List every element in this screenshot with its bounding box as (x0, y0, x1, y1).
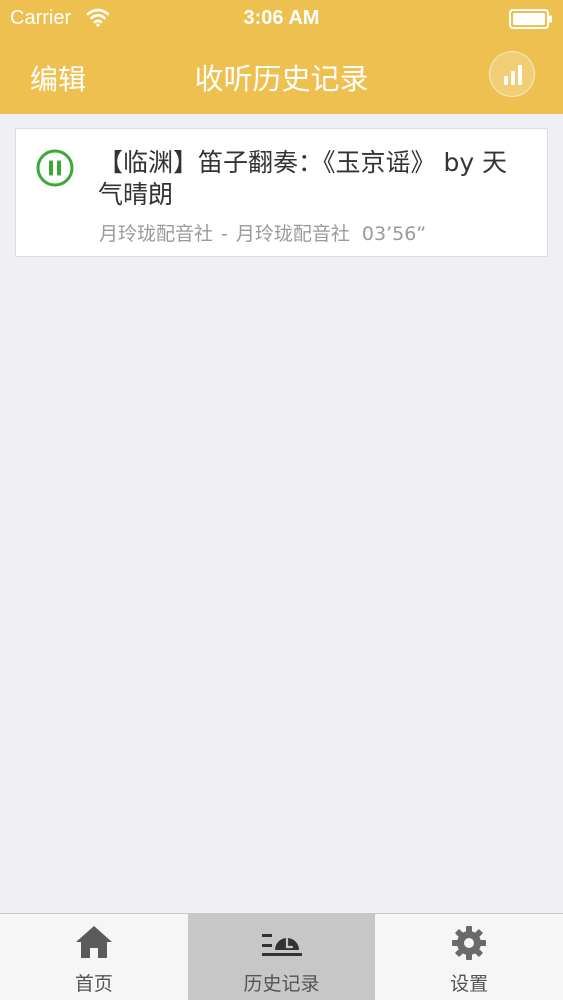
tab-settings-label: 设置 (450, 973, 489, 995)
stats-button[interactable] (489, 51, 535, 97)
edit-button[interactable]: 编辑 (30, 58, 86, 98)
tab-history[interactable]: 历史记录 (187, 914, 376, 1000)
app-screen: Carrier 3:06 AM 编辑 收听历史记录 【临渊】笛子翻奏：《玉京谣》… (0, 0, 563, 1000)
tab-home-label: 首页 (74, 973, 113, 995)
track-title: 【临渊】笛子翻奏：《玉京谣》 by 天气晴朗 (98, 148, 508, 209)
track-duration: 03’56” (361, 223, 427, 245)
status-bar: Carrier 3:06 AM (0, 0, 563, 38)
status-time: 3:06 AM (243, 7, 320, 29)
nav-bar: 编辑 收听历史记录 (0, 38, 563, 114)
tab-home[interactable]: 首页 (0, 914, 188, 1000)
history-list-item[interactable]: 【临渊】笛子翻奏：《玉京谣》 by 天气晴朗 月玲珑配音社 - 月玲珑配音社 03’5… (15, 128, 548, 257)
home-icon (75, 926, 112, 958)
track-meta: 月玲珑配音社 - 月玲珑配音社 03’56” (99, 219, 426, 246)
track-album: 月玲珑配音社 (235, 223, 350, 245)
history-list: 【临渊】笛子翻奏：《玉京谣》 by 天气晴朗 月玲珑配音社 - 月玲珑配音社 03’5… (15, 128, 548, 257)
bar-chart-icon (504, 65, 522, 85)
tab-bar: 首页 历史记录 设置 (0, 913, 563, 1000)
gear-icon (452, 926, 487, 960)
track-artist: 月玲珑配音社 (99, 223, 214, 245)
header: Carrier 3:06 AM 编辑 收听历史记录 (0, 0, 563, 114)
battery-icon (509, 9, 552, 29)
history-icon (261, 934, 302, 956)
tab-history-label: 历史记录 (243, 973, 320, 995)
meta-separator: - (221, 223, 228, 245)
pause-icon[interactable] (36, 149, 74, 187)
tab-settings[interactable]: 设置 (375, 914, 563, 1000)
